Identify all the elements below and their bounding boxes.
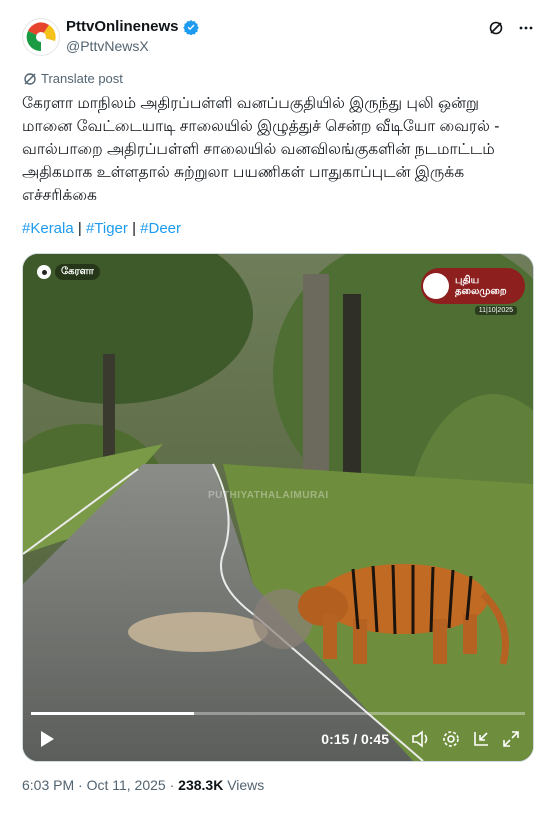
tweet: PttvOnlinenews @PttvNewsX Translate post…: [0, 0, 558, 813]
views-label: Views: [223, 777, 265, 793]
post-meta: 6:03 PM · Oct 11, 2025 · 238.3K Views: [22, 777, 264, 793]
minimize-icon: [474, 732, 488, 746]
location-text: கேரளா: [55, 264, 100, 280]
video-controls: 0:15 / 0:45: [23, 717, 533, 761]
play-button[interactable]: [35, 727, 59, 751]
translate-post-link[interactable]: Translate post: [23, 71, 123, 86]
translate-icon: [24, 72, 36, 85]
settings-button[interactable]: [441, 729, 461, 749]
post-timestamp[interactable]: 6:03 PM · Oct 11, 2025 ·: [22, 777, 178, 793]
hashtag-link[interactable]: #Kerala: [22, 220, 74, 237]
location-pin-icon: [37, 265, 51, 279]
hashtag-link[interactable]: #Deer: [140, 220, 181, 237]
hashtags: #Kerala | #Tiger | #Deer: [22, 220, 181, 237]
views-count: 238.3K: [178, 777, 224, 793]
video-progress-bar[interactable]: [31, 712, 525, 715]
author-handle[interactable]: @PttvNewsX: [66, 38, 149, 54]
video-frame: [23, 254, 533, 761]
channel-logo-icon: [24, 20, 58, 54]
grok-icon[interactable]: [488, 20, 504, 40]
author-name-text[interactable]: PttvOnlinenews: [66, 18, 179, 36]
fullscreen-button[interactable]: [501, 729, 521, 749]
play-icon: [41, 731, 54, 747]
tweet-text: கேரளா மாநிலம் அதிரப்பள்ளி வனப்பகுதியில் …: [22, 95, 500, 204]
fullscreen-icon: [503, 731, 519, 747]
settings-icon: [443, 731, 459, 747]
channel-name-line1: புதிய: [455, 275, 480, 286]
channel-mark-icon: [423, 273, 449, 299]
video-watermark: PUTHIYATHALAIMURAI: [208, 490, 329, 501]
location-badge: கேரளா: [37, 264, 100, 280]
video-time: 0:15 / 0:45: [321, 731, 389, 747]
channel-name-line2: தலைமுறை: [455, 286, 507, 297]
author-name[interactable]: PttvOnlinenews: [66, 18, 199, 36]
video-date: 11|10|2025: [474, 306, 517, 315]
video-player[interactable]: கேரளா புதிய தலைமுறை 11|10|2025 PUTHIYATH…: [22, 253, 534, 762]
channel-logo-overlay: புதிய தலைமுறை: [421, 268, 525, 304]
volume-button[interactable]: [411, 729, 431, 749]
translate-label[interactable]: Translate post: [41, 71, 123, 86]
video-progress-fill: [31, 712, 195, 715]
minimize-button[interactable]: [471, 729, 491, 749]
verified-badge-icon: [182, 20, 199, 35]
volume-icon: [412, 730, 428, 748]
more-icon[interactable]: [518, 20, 534, 40]
hashtag-link[interactable]: #Tiger: [86, 220, 128, 237]
author-avatar[interactable]: [22, 18, 60, 56]
